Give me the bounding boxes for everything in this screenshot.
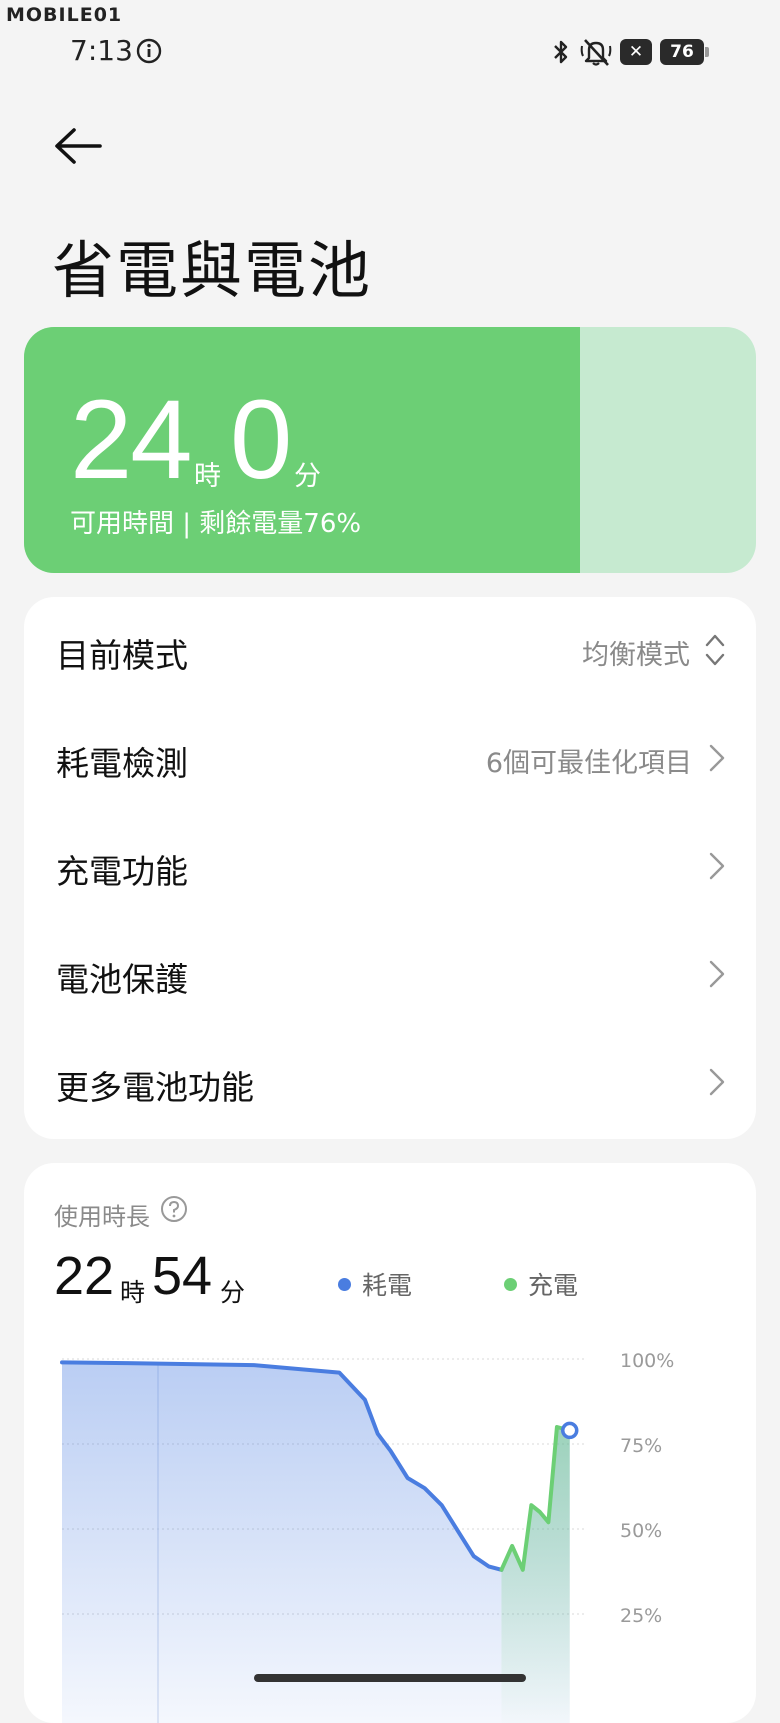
y-tick-label: 100% [620,1350,674,1372]
y-tick-label: 75% [620,1435,662,1457]
remaining-hours-value: 24 [70,377,193,502]
row-label: 充電功能 [56,852,188,891]
battery-settings-list: 目前模式 均衡模式 耗電檢測 6個可最佳化項目 充電功能 電池保護 更多電池功能 [24,597,756,1139]
usage-hours-unit: 時 [120,1278,146,1307]
settings-row-battery-protection[interactable]: 電池保護 [24,921,756,1029]
row-label: 電池保護 [56,960,188,999]
legend-charge-label: 充電 [528,1271,579,1300]
legend-discharge-label: 耗電 [362,1271,413,1300]
settings-row-more-battery[interactable]: 更多電池功能 [24,1029,756,1137]
settings-row-power-detection[interactable]: 耗電檢測 6個可最佳化項目 [24,705,756,813]
remaining-hours-unit: 時 [194,461,221,492]
usage-minutes-value: 54 [152,1246,213,1306]
info-icon [136,38,162,64]
legend-discharge-dot [338,1278,351,1291]
y-tick-label: 25% [620,1605,662,1627]
battery-status-card[interactable]: 24 時 0 分 可用時間 | 剩餘電量76% [24,327,756,573]
usage-label: 使用時長 [54,1203,150,1231]
chevron-right-icon [709,960,725,988]
bluetooth-icon [554,40,568,64]
remaining-minutes-value: 0 [230,377,293,502]
back-arrow-icon[interactable] [52,126,104,166]
up-down-chevron-icon [705,634,725,666]
mute-icon [580,39,612,66]
row-label: 耗電檢測 [56,744,188,783]
chevron-right-icon [709,852,725,880]
row-label: 目前模式 [56,636,188,675]
usage-minutes-unit: 分 [220,1278,246,1307]
y-tick-label: 50% [620,1520,662,1542]
watermark-logo: MOBILE01 [6,4,123,26]
chevron-right-icon [709,744,725,772]
usage-hours-value: 22 [54,1246,115,1306]
legend-charge-dot [504,1278,517,1291]
settings-row-current-mode[interactable]: 目前模式 均衡模式 [24,597,756,705]
battery-subtitle: 可用時間 | 剩餘電量76% [70,509,362,539]
battery-icon: 76 [660,39,709,65]
current-level-marker [560,1421,579,1440]
status-clock: 7:13 [70,34,133,67]
remaining-minutes-unit: 分 [294,461,321,492]
discharge-area [62,1362,570,1723]
chevron-right-icon [709,1068,725,1096]
x-badge-icon: ✕ [620,39,652,65]
battery-history-chart: 100% 75% 50% 25% [60,1350,674,1723]
question-circle-icon[interactable] [160,1195,188,1223]
row-value: 6個可最佳化項目 [485,748,692,779]
row-label: 更多電池功能 [56,1068,254,1107]
settings-row-charging[interactable]: 充電功能 [24,813,756,921]
home-indicator[interactable] [254,1674,526,1682]
usage-card: 使用時長 22 時 54 分 耗電 充電 100% 75% 50% 25% [24,1163,756,1723]
page-title: 省電與電池 [52,234,373,307]
row-value: 均衡模式 [582,640,690,671]
